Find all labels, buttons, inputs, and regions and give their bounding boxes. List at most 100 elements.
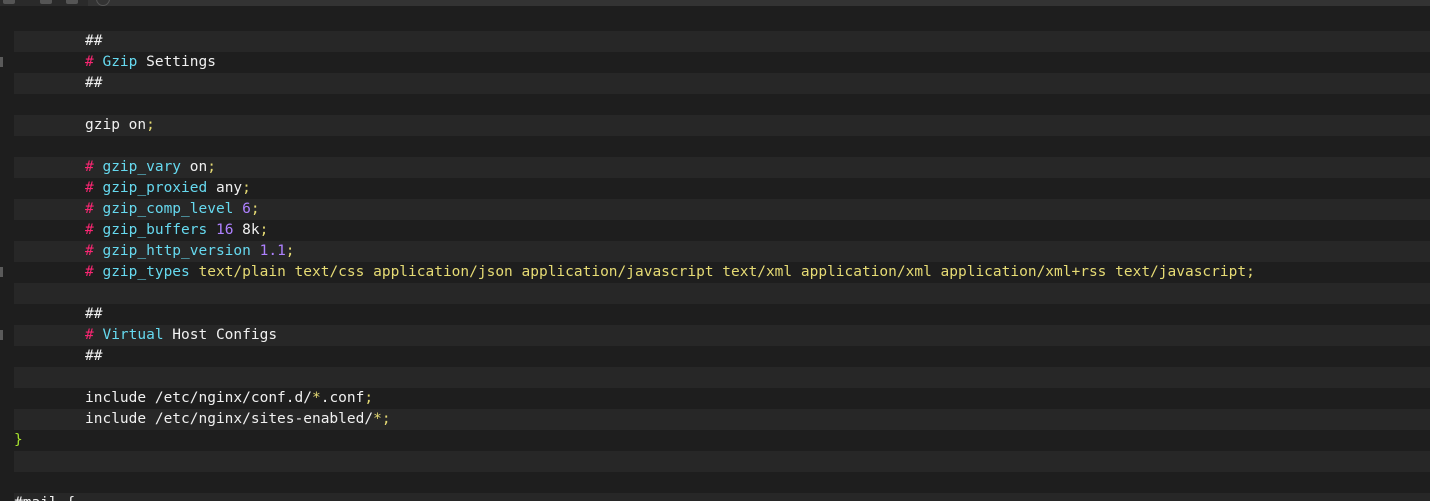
- code-line[interactable]: [14, 472, 1430, 493]
- code-token: *: [311, 390, 321, 406]
- code-line-text: include /etc/nginx/conf.d/*.conf;: [14, 390, 373, 406]
- code-line[interactable]: ##: [14, 346, 1430, 367]
- code-line[interactable]: # gzip_proxied any;: [14, 178, 1430, 199]
- code-editor[interactable]: ## # Gzip Settings ## gzip on; # gzip_vary o…: [14, 31, 1430, 501]
- code-token: *: [373, 411, 382, 427]
- code-line-text: ##: [14, 348, 102, 364]
- code-line-text: ##: [14, 33, 102, 49]
- code-line[interactable]: [14, 367, 1430, 388]
- code-token: ##: [85, 348, 103, 364]
- code-line-text: # Gzip Settings: [14, 54, 216, 70]
- code-token: gzip_buffers: [102, 222, 208, 238]
- code-token: any: [207, 180, 243, 196]
- code-token: #: [85, 54, 103, 70]
- code-token: 6: [233, 201, 251, 217]
- code-line[interactable]: }: [14, 430, 1430, 451]
- code-line[interactable]: [14, 136, 1430, 157]
- code-token: Host Configs: [163, 327, 278, 343]
- tab-icon[interactable]: [40, 0, 52, 4]
- code-token: ;: [207, 159, 216, 175]
- code-line-text: ##: [14, 75, 102, 91]
- code-line-text: include /etc/nginx/sites-enabled/*;: [14, 411, 391, 427]
- code-line-text: # gzip_http_version 1.1;: [14, 243, 295, 259]
- code-token: ##: [85, 306, 103, 322]
- code-token: ;: [364, 390, 374, 406]
- code-line-text: # gzip_vary on;: [14, 159, 216, 175]
- code-token: /etc/nginx/sites-enabled/: [146, 411, 374, 427]
- code-token: ;: [146, 117, 155, 133]
- code-line[interactable]: gzip on;: [14, 115, 1430, 136]
- code-token: on: [119, 117, 147, 133]
- code-line[interactable]: # gzip_comp_level 6;: [14, 199, 1430, 220]
- code-line[interactable]: ##: [14, 73, 1430, 94]
- code-line-text: gzip on;: [14, 117, 155, 133]
- code-line[interactable]: # gzip_vary on;: [14, 157, 1430, 178]
- code-token: }: [14, 432, 23, 448]
- code-line-text: # Virtual Host Configs: [14, 327, 277, 343]
- code-line[interactable]: # gzip_http_version 1.1;: [14, 241, 1430, 262]
- code-token: ;: [259, 222, 269, 238]
- editor-tab-strip: [0, 0, 1430, 6]
- code-token: include: [85, 390, 147, 406]
- code-token: gzip_comp_level: [102, 201, 234, 217]
- tab-icon[interactable]: [3, 0, 15, 4]
- code-token: #: [85, 201, 103, 217]
- code-token: gzip_types: [102, 264, 190, 280]
- tab-strip-track: [88, 0, 1430, 6]
- code-token: /etc/nginx/conf.d/: [146, 390, 312, 406]
- code-token: 16: [207, 222, 234, 238]
- code-line[interactable]: ##: [14, 304, 1430, 325]
- tab-icon[interactable]: [66, 0, 78, 4]
- code-token: #: [85, 180, 103, 196]
- code-token: #: [85, 327, 103, 343]
- code-token: gzip_http_version: [102, 243, 251, 259]
- code-line[interactable]: include /etc/nginx/sites-enabled/*;: [14, 409, 1430, 430]
- code-token: #: [85, 243, 103, 259]
- code-token: 1.1: [250, 243, 286, 259]
- code-token: include: [85, 411, 147, 427]
- code-token: gzip_vary: [102, 159, 182, 175]
- fold-marker-icon[interactable]: [0, 330, 3, 340]
- code-token: #: [85, 264, 103, 280]
- code-token: #mail {: [14, 495, 75, 501]
- fold-marker-icon[interactable]: [0, 57, 3, 67]
- fold-marker-icon[interactable]: [0, 267, 3, 277]
- code-token: text/plain text/css application/json app…: [189, 264, 1247, 280]
- editor-gutter: [0, 6, 3, 501]
- code-token: Virtual: [102, 327, 164, 343]
- code-token: #: [85, 159, 103, 175]
- code-token: ;: [381, 411, 391, 427]
- code-line-text: # gzip_proxied any;: [14, 180, 251, 196]
- code-token: on: [181, 159, 208, 175]
- code-line[interactable]: #mail {: [14, 493, 1430, 501]
- code-line[interactable]: include /etc/nginx/conf.d/*.conf;: [14, 388, 1430, 409]
- code-line-text: # gzip_types text/plain text/css applica…: [14, 264, 1255, 280]
- code-token: 8k: [233, 222, 260, 238]
- code-token: ;: [242, 180, 251, 196]
- code-line-text: # gzip_comp_level 6;: [14, 201, 260, 217]
- code-line[interactable]: [14, 451, 1430, 472]
- code-line[interactable]: # gzip_types text/plain text/css applica…: [14, 262, 1430, 283]
- code-line[interactable]: # Gzip Settings: [14, 52, 1430, 73]
- code-line[interactable]: [14, 283, 1430, 304]
- code-line-text: }: [14, 432, 23, 448]
- code-token: gzip_proxied: [102, 180, 208, 196]
- code-line[interactable]: [14, 94, 1430, 115]
- code-line-text: #mail {: [14, 495, 75, 501]
- code-token: ;: [250, 201, 260, 217]
- code-token: Gzip: [102, 54, 138, 70]
- code-token: ;: [1246, 264, 1255, 280]
- code-token: gzip: [85, 117, 120, 133]
- code-line[interactable]: # Virtual Host Configs: [14, 325, 1430, 346]
- code-token: Settings: [137, 54, 216, 70]
- code-line-text: # gzip_buffers 16 8k;: [14, 222, 268, 238]
- code-token: .conf: [320, 390, 365, 406]
- code-line[interactable]: # gzip_buffers 16 8k;: [14, 220, 1430, 241]
- code-line[interactable]: ##: [14, 31, 1430, 52]
